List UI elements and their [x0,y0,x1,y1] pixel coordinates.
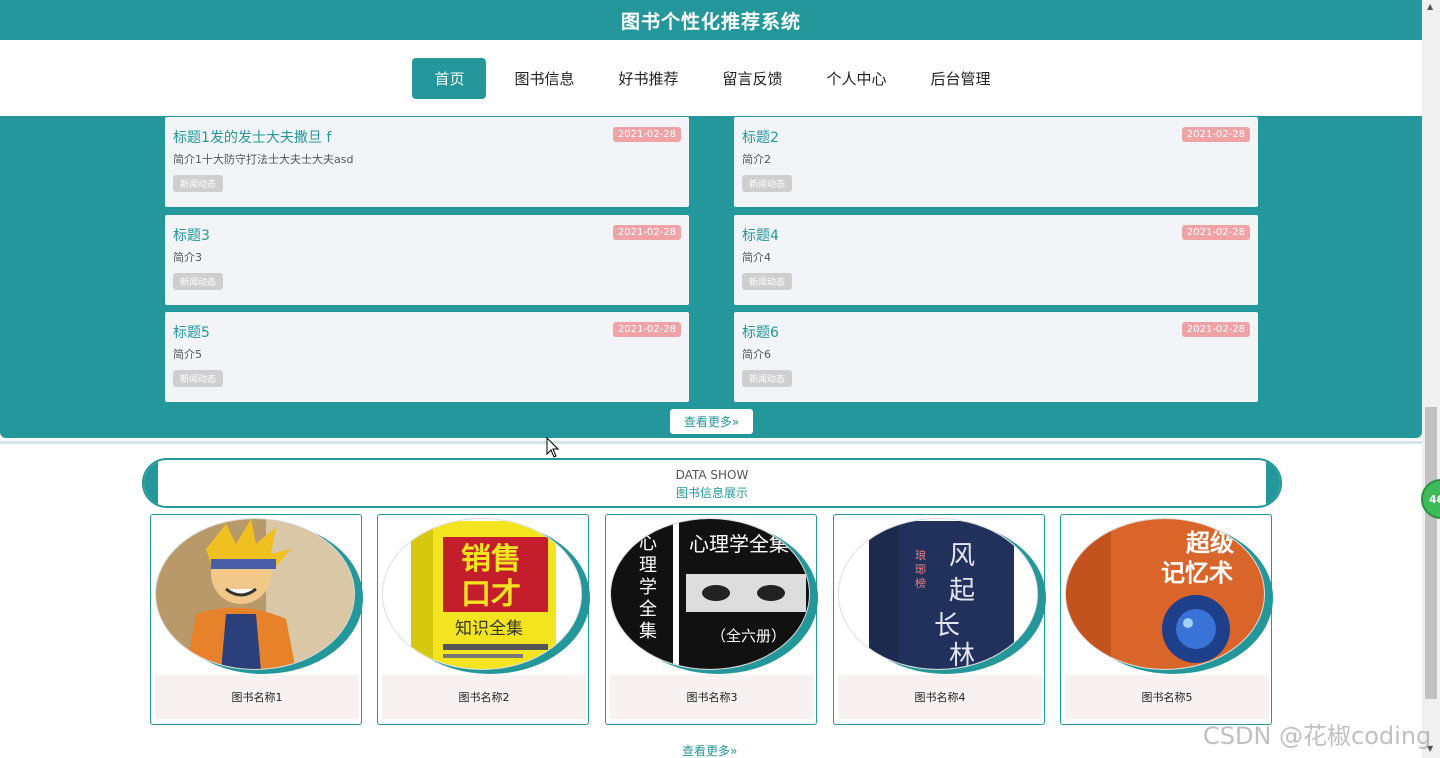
book-card[interactable]: 超级 记忆术 图书名称5 [1060,514,1273,725]
header-bar: 图书个性化推荐系统 [0,0,1422,40]
svg-text:起: 起 [949,576,975,606]
banner-title-cn: 图书信息展示 [675,486,748,500]
mouse-cursor-icon [546,437,560,458]
book-name[interactable]: 图书名称1 [155,675,359,719]
svg-text:风: 风 [949,541,975,571]
book-card[interactable]: 销售 口才 知识全集 图书名称2 [377,514,590,725]
section-divider [0,441,1422,444]
book-cover-wrap: 超级 记忆术 [1065,518,1273,674]
news-date-badge: 2021-02-28 [612,127,681,142]
nav-item-admin[interactable]: 后台管理 [912,58,1010,99]
news-summary: 简介4 [742,251,771,264]
news-title[interactable]: 标题5 [173,322,210,342]
svg-text:榜: 榜 [915,576,926,590]
nav-item-recommend[interactable]: 好书推荐 [599,58,697,99]
main-nav: 首页 图书信息 好书推荐 留言反馈 个人中心 后台管理 [0,40,1422,116]
news-card[interactable]: 标题5 2021-02-28 简介5 新闻动态 [165,312,689,402]
news-title[interactable]: 标题1发的发士大夫撒旦 f [173,127,331,147]
book-cover-wrap: 销售 口才 知识全集 [382,518,590,674]
news-date-badge: 2021-02-28 [612,322,681,337]
book-cover-image[interactable]: 超级 记忆术 [1065,518,1265,670]
svg-text:全: 全 [639,599,657,620]
svg-text:销售: 销售 [461,542,521,577]
news-tag: 新闻动态 [173,175,224,192]
nav-item-feedback[interactable]: 留言反馈 [704,58,802,99]
scroll-up-arrow-icon[interactable]: ▲ [1427,2,1433,11]
book-cover-image[interactable]: 风 起 长 林 琅 琊 榜 [838,518,1038,670]
book-name[interactable]: 图书名称2 [382,675,586,719]
news-summary: 简介2 [742,153,771,166]
svg-text:林: 林 [949,641,975,670]
news-date-badge: 2021-02-28 [1181,127,1250,142]
svg-text:记忆术: 记忆术 [1161,559,1233,587]
book-cover-wrap: 风 起 长 林 琅 琊 榜 [838,518,1046,674]
news-card[interactable]: 标题6 2021-02-28 简介6 新闻动态 [734,312,1258,402]
news-tag: 新闻动态 [173,273,224,290]
scrollbar[interactable]: ▲ ▼ [1422,0,1440,758]
book-card[interactable]: 图书名称1 [150,514,363,725]
book-card[interactable]: 心 理 学 全 集 心理学全集 （全六册） 图书名称3 [605,514,818,725]
cover-illustration: 心 理 学 全 集 心理学全集 （全六册） [611,519,809,669]
news-section: 标题1发的发士大夫撒旦 f 2021-02-28 简介1十大防守打法士大夫士大夫… [0,116,1422,438]
news-more-button[interactable]: 查看更多» [670,409,753,434]
svg-text:集: 集 [639,621,657,642]
news-date-badge: 2021-02-28 [1181,322,1250,337]
site-title: 图书个性化推荐系统 [620,10,801,33]
page: 图书个性化推荐系统 首页 图书信息 好书推荐 留言反馈 个人中心 后台管理 标题… [0,0,1440,758]
news-tag: 新闻动态 [742,175,793,192]
data-show-banner: DATA SHOW 图书信息展示 [142,458,1282,508]
svg-text:学: 学 [639,577,657,598]
news-date-badge: 2021-02-28 [612,225,681,240]
cover-illustration: 风 起 长 林 琅 琊 榜 [839,519,1037,670]
news-card[interactable]: 标题3 2021-02-28 简介3 新闻动态 [165,215,689,305]
book-cover-image[interactable]: 销售 口才 知识全集 [382,518,582,670]
svg-text:口才: 口才 [461,577,521,612]
svg-text:理: 理 [639,555,657,576]
news-card[interactable]: 标题4 2021-02-28 简介4 新闻动态 [734,215,1258,305]
svg-text:（全六册）: （全六册） [711,627,786,645]
news-summary: 简介5 [173,348,202,361]
svg-text:心理学全集: 心理学全集 [689,532,789,556]
banner-title-en: DATA SHOW [675,468,749,482]
svg-text:长: 长 [934,611,960,641]
news-title[interactable]: 标题3 [173,225,210,245]
book-name[interactable]: 图书名称5 [1065,675,1269,719]
svg-text:琅: 琅 [915,548,926,562]
nav-item-home[interactable]: 首页 [412,57,487,99]
book-card[interactable]: 风 起 长 林 琅 琊 榜 图书名称4 [833,514,1046,725]
news-title[interactable]: 标题2 [742,127,779,147]
news-tag: 新闻动态 [742,273,793,290]
news-summary: 简介6 [742,348,771,361]
news-summary: 简介3 [173,251,202,264]
news-title[interactable]: 标题4 [742,225,779,245]
nav-item-book-info[interactable]: 图书信息 [495,58,593,99]
svg-text:心: 心 [639,533,657,554]
news-date-badge: 2021-02-28 [1181,225,1250,240]
scroll-thumb[interactable] [1425,407,1437,699]
nav-item-personal-center[interactable]: 个人中心 [808,58,906,99]
svg-text:知识全集: 知识全集 [455,619,523,639]
cover-illustration [156,519,354,669]
news-summary: 简介1十大防守打法士大夫士大夫asd [173,153,354,166]
book-cover-image[interactable] [155,518,355,670]
news-title[interactable]: 标题6 [742,322,779,342]
news-tag: 新闻动态 [173,370,224,387]
news-card[interactable]: 标题1发的发士大夫撒旦 f 2021-02-28 简介1十大防守打法士大夫士大夫… [165,117,689,207]
books-more-link[interactable]: 查看更多» [682,742,737,758]
cover-illustration: 销售 口才 知识全集 [383,519,581,669]
book-name[interactable]: 图书名称3 [610,675,814,719]
news-tag: 新闻动态 [742,370,793,387]
news-card[interactable]: 标题2 2021-02-28 简介2 新闻动态 [734,117,1258,207]
svg-text:琊: 琊 [915,563,926,576]
book-cover-image[interactable]: 心 理 学 全 集 心理学全集 （全六册） [610,518,810,670]
cover-illustration: 超级 记忆术 [1066,519,1264,669]
book-cover-wrap [155,518,363,674]
book-name[interactable]: 图书名称4 [838,675,1042,719]
book-cover-wrap: 心 理 学 全 集 心理学全集 （全六册） [610,518,818,674]
watermark: CSDN @花椒coding [1203,722,1432,750]
